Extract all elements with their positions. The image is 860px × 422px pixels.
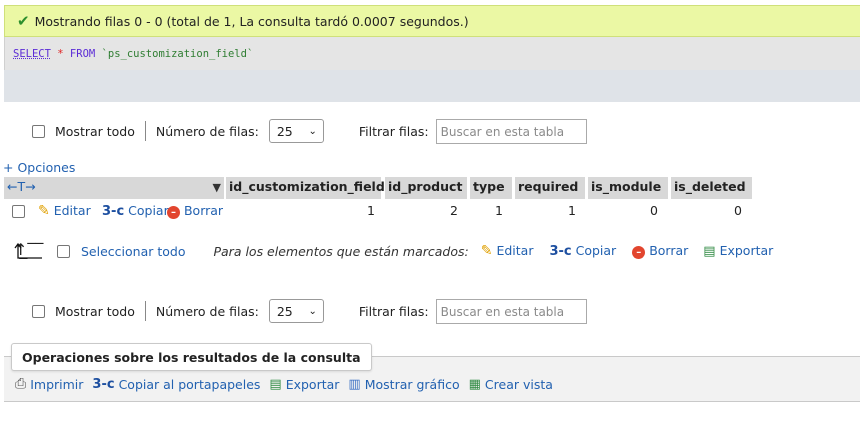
pencil-icon: ✎ (38, 203, 50, 219)
bulk-delete-button[interactable]: – Borrar (632, 243, 688, 259)
chevron-down-icon: ⌄ (308, 125, 317, 137)
filter-input-top[interactable]: Buscar en esta tabla (435, 118, 587, 144)
table-row (12, 203, 25, 221)
show-all-label-bottom[interactable]: Mostrar todo (55, 304, 135, 319)
success-message: ✔ Mostrando filas 0 - 0 (total de 1, La … (4, 5, 860, 37)
create-view-button[interactable]: ▦ Crear vista (469, 377, 553, 392)
print-button[interactable]: ⎙ Imprimir (15, 376, 83, 392)
sql-select-keyword[interactable]: SELECT (13, 48, 51, 60)
rows-select-value: 25 (276, 303, 293, 319)
copy-icon: 3-c (549, 244, 572, 259)
nav-top: Mostrar todo Número de filas: 25 ⌄ Filtr… (32, 118, 587, 144)
sql-from-keyword: FROM (69, 48, 96, 60)
filter-input-bottom[interactable]: Buscar en esta tabla (435, 298, 587, 324)
bulk-export-label[interactable]: Exportar (720, 243, 774, 258)
success-text: Mostrando filas 0 - 0 (total de 1, La co… (34, 13, 469, 29)
column-arrows[interactable]: ←T→ (7, 179, 36, 197)
operations-title: Operaciones sobre los resultados de la c… (11, 343, 372, 371)
export-label[interactable]: Exportar (286, 377, 340, 392)
pencil-icon: ✎ (480, 243, 493, 259)
cell-id-customization-field[interactable]: 1 (226, 203, 375, 221)
select-all-checkbox[interactable] (57, 244, 70, 258)
header-id-product[interactable]: id_product (385, 177, 467, 199)
divider (144, 121, 146, 141)
copy-icon: 3-c (92, 376, 115, 392)
rows-select-top[interactable]: 25 ⌄ (268, 119, 324, 143)
cell-id-product[interactable]: 2 (385, 203, 458, 221)
filter-label-bottom: Filtrar filas: (358, 303, 429, 319)
show-chart-button[interactable]: ▥ Mostrar gráfico (348, 377, 459, 392)
copy-clipboard-button[interactable]: 3-c Copiar al portapapeles (92, 377, 260, 392)
select-all-link[interactable]: Seleccionar todo (81, 244, 185, 259)
row-copy-label[interactable]: Copiar (128, 203, 169, 218)
sort-dropdown-icon[interactable]: ▼ (213, 179, 221, 197)
row-delete-label[interactable]: Borrar (184, 203, 223, 218)
row-edit-label[interactable]: Editar (54, 203, 91, 218)
sql-query[interactable]: SELECT * FROM `ps_customization_field` (4, 37, 860, 70)
options-link[interactable]: + Opciones (3, 160, 75, 175)
rows-select-value: 25 (276, 123, 293, 139)
rows-label-bottom: Número de filas: (155, 303, 259, 319)
copy-clipboard-label[interactable]: Copiar al portapapeles (119, 377, 261, 392)
create-view-label[interactable]: Crear vista (485, 377, 553, 392)
column-arrows-header[interactable]: ←T→ ▼ (4, 177, 224, 199)
show-all-checkbox-top[interactable] (32, 124, 45, 138)
chevron-down-icon: ⌄ (308, 305, 317, 317)
copy-icon: 3-c (102, 204, 125, 219)
filter-label-top: Filtrar filas: (358, 123, 429, 139)
nav-bottom: Mostrar todo Número de filas: 25 ⌄ Filtr… (32, 298, 587, 324)
bulk-export-button[interactable]: ▤ Exportar (703, 243, 773, 259)
bulk-actions: Seleccionar todo Para los elementos que … (57, 238, 773, 264)
header-is-module[interactable]: is_module (588, 177, 668, 199)
export-icon: ▤ (703, 244, 716, 259)
rows-label-top: Número de filas: (155, 123, 259, 139)
bulk-edit-label[interactable]: Editar (496, 243, 533, 258)
sql-toolbar-strip (4, 70, 860, 102)
bar-chart-icon: ▥ (348, 376, 361, 392)
print-label[interactable]: Imprimir (30, 377, 83, 392)
export-icon: ▤ (269, 376, 282, 392)
row-edit-button[interactable]: ✎ Editar (38, 203, 91, 221)
delete-icon: – (632, 246, 646, 259)
operations-links: ⎙ Imprimir 3-c Copiar al portapapeles ▤ … (15, 376, 558, 392)
cell-type[interactable]: 1 (470, 203, 503, 221)
rows-select-bottom[interactable]: 25 ⌄ (268, 299, 324, 323)
header-required[interactable]: required (515, 177, 585, 199)
header-is-deleted[interactable]: is_deleted (671, 177, 752, 199)
divider (144, 301, 146, 321)
show-all-label-top[interactable]: Mostrar todo (55, 124, 135, 139)
show-chart-label[interactable]: Mostrar gráfico (365, 377, 460, 392)
show-all-checkbox-bottom[interactable] (32, 304, 45, 318)
row-copy-button[interactable]: 3-c Copiar (102, 203, 169, 221)
row-delete-button[interactable]: – Borrar (167, 203, 223, 221)
bulk-edit-button[interactable]: ✎ Editar (481, 243, 534, 259)
cell-is-deleted[interactable]: 0 (671, 203, 742, 221)
printer-icon: ⎙ (15, 376, 27, 392)
sql-table-name: `ps_customization_field` (101, 48, 254, 60)
bulk-copy-label[interactable]: Copiar (576, 243, 617, 258)
marked-label: Para los elementos que están marcados: (213, 243, 469, 259)
bulk-arrow-shape (14, 242, 42, 259)
header-id-customization-field[interactable]: id_customization_field (226, 177, 385, 199)
export-button[interactable]: ▤ Exportar (269, 377, 339, 392)
bulk-delete-label[interactable]: Borrar (649, 243, 688, 258)
cell-required[interactable]: 1 (515, 203, 576, 221)
bulk-arrow-svg (14, 242, 42, 259)
bulk-copy-button[interactable]: 3-c Copiar (549, 243, 616, 259)
row-checkbox[interactable] (12, 205, 25, 218)
create-view-icon: ▦ (468, 376, 481, 392)
header-type[interactable]: type (470, 177, 512, 199)
check-icon: ✔ (17, 12, 30, 30)
delete-icon: – (167, 206, 180, 219)
sql-star: * (57, 48, 64, 60)
cell-is-module[interactable]: 0 (588, 203, 658, 221)
